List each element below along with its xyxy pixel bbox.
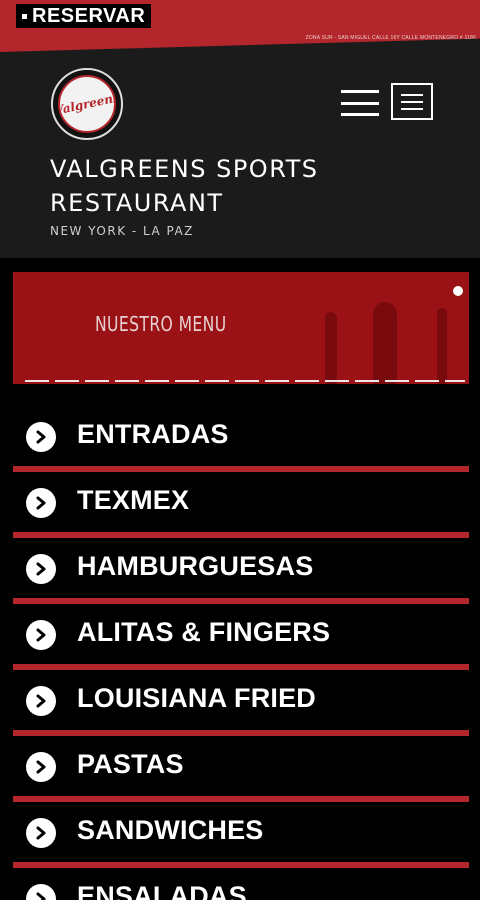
menu-item-label: ENTRADAS: [77, 419, 229, 449]
reserve-button[interactable]: RESERVAR: [16, 4, 152, 28]
spoon-icon: [373, 302, 397, 384]
menu-item[interactable]: LOUISIANA FRIED: [13, 670, 469, 736]
menu-item-row[interactable]: TEXMEX: [13, 472, 469, 532]
menu-item-row[interactable]: HAMBURGUESAS: [13, 538, 469, 598]
menu-item-row[interactable]: LOUISIANA FRIED: [13, 670, 469, 730]
chevron-right-circle-icon: [26, 620, 56, 650]
site-title: VALGREENS SPORTS RESTAURANT: [50, 155, 319, 217]
banner-dot-icon: [453, 286, 463, 296]
menu-item[interactable]: HAMBURGUESAS: [13, 538, 469, 604]
menu-item-label: ALITAS & FINGERS: [77, 617, 331, 647]
chevron-right-circle-icon: [26, 554, 56, 584]
menu-item-label: ENSALADAS: [77, 881, 247, 900]
logo-text: Valgreens: [58, 90, 116, 118]
menu-item-label: SANDWICHES: [77, 815, 264, 845]
menu-item[interactable]: ENTRADAS: [13, 406, 469, 472]
menu-item[interactable]: PASTAS: [13, 736, 469, 802]
knife-icon: [437, 308, 447, 384]
menu-item[interactable]: ENSALADAS: [13, 868, 469, 900]
menu-box-icon[interactable]: [391, 83, 433, 120]
menu-item-label: LOUISIANA FRIED: [77, 683, 316, 713]
menu-item-row[interactable]: SANDWICHES: [13, 802, 469, 862]
menu-item-row[interactable]: ENSALADAS: [13, 868, 469, 900]
chevron-right-circle-icon: [26, 752, 56, 782]
menu-banner: NUESTRO MENU: [13, 272, 469, 384]
chevron-right-circle-icon: [26, 884, 56, 900]
menu-item-label: PASTAS: [77, 749, 184, 779]
menu-item-label: TEXMEX: [77, 485, 190, 515]
menu-item[interactable]: SANDWICHES: [13, 802, 469, 868]
site-header: Valgreens VALGREENS SPORTS RESTAURANT NE…: [0, 54, 480, 258]
chevron-right-circle-icon: [26, 422, 56, 452]
menu-item-row[interactable]: ALITAS & FINGERS: [13, 604, 469, 664]
fork-icon: [325, 312, 337, 384]
chevron-right-circle-icon: [26, 818, 56, 848]
address-text: ZONA SUR - SAN MIGUEL CALLE 16Y CALLE MO…: [305, 35, 476, 41]
reserve-bullet-icon: [22, 13, 27, 19]
reserve-label: RESERVAR: [32, 4, 146, 27]
menu-item[interactable]: TEXMEX: [13, 472, 469, 538]
banner-dashed-divider: [25, 380, 465, 382]
menu-item-row[interactable]: ENTRADAS: [13, 406, 469, 466]
logo-badge: Valgreens: [58, 75, 116, 133]
menu-list: ENTRADAS TEXMEX HAMBURGUESAS ALITAS & FINGE…: [13, 406, 469, 900]
banner-title: NUESTRO MENU: [95, 312, 227, 336]
chevron-right-circle-icon: [26, 488, 56, 518]
chevron-right-circle-icon: [26, 686, 56, 716]
menu-item-label: HAMBURGUESAS: [77, 551, 314, 581]
hamburger-icon[interactable]: [341, 90, 379, 116]
menu-item-row[interactable]: PASTAS: [13, 736, 469, 796]
site-subtitle: NEW YORK - LA PAZ: [50, 224, 194, 238]
logo[interactable]: Valgreens: [51, 68, 123, 140]
menu-item[interactable]: ALITAS & FINGERS: [13, 604, 469, 670]
